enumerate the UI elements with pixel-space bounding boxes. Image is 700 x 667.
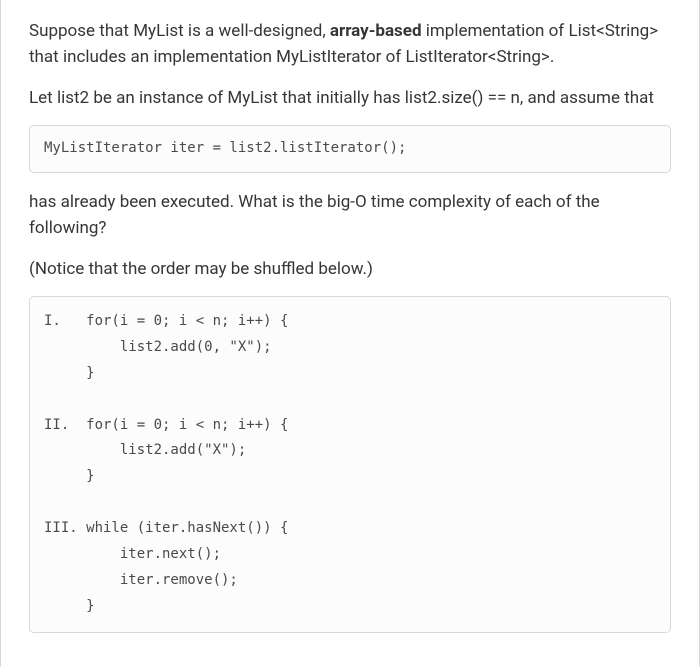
- code-block-2: I. for(i = 0; i < n; i++) { list2.add(0,…: [29, 296, 671, 633]
- paragraph-1: Suppose that MyList is a well-designed, …: [29, 18, 671, 71]
- code-block-1: MyListIterator iter = list2.listIterator…: [29, 125, 671, 173]
- paragraph-3: has already been executed. What is the b…: [29, 189, 671, 242]
- question-content: Suppose that MyList is a well-designed, …: [29, 18, 671, 633]
- paragraph-2: Let list2 be an instance of MyList that …: [29, 85, 671, 111]
- paragraph-4: (Notice that the order may be shuffled b…: [29, 256, 671, 282]
- bold-array-based: array-based: [330, 21, 422, 41]
- text-pre-bold: Suppose that MyList is a well-designed,: [29, 21, 330, 41]
